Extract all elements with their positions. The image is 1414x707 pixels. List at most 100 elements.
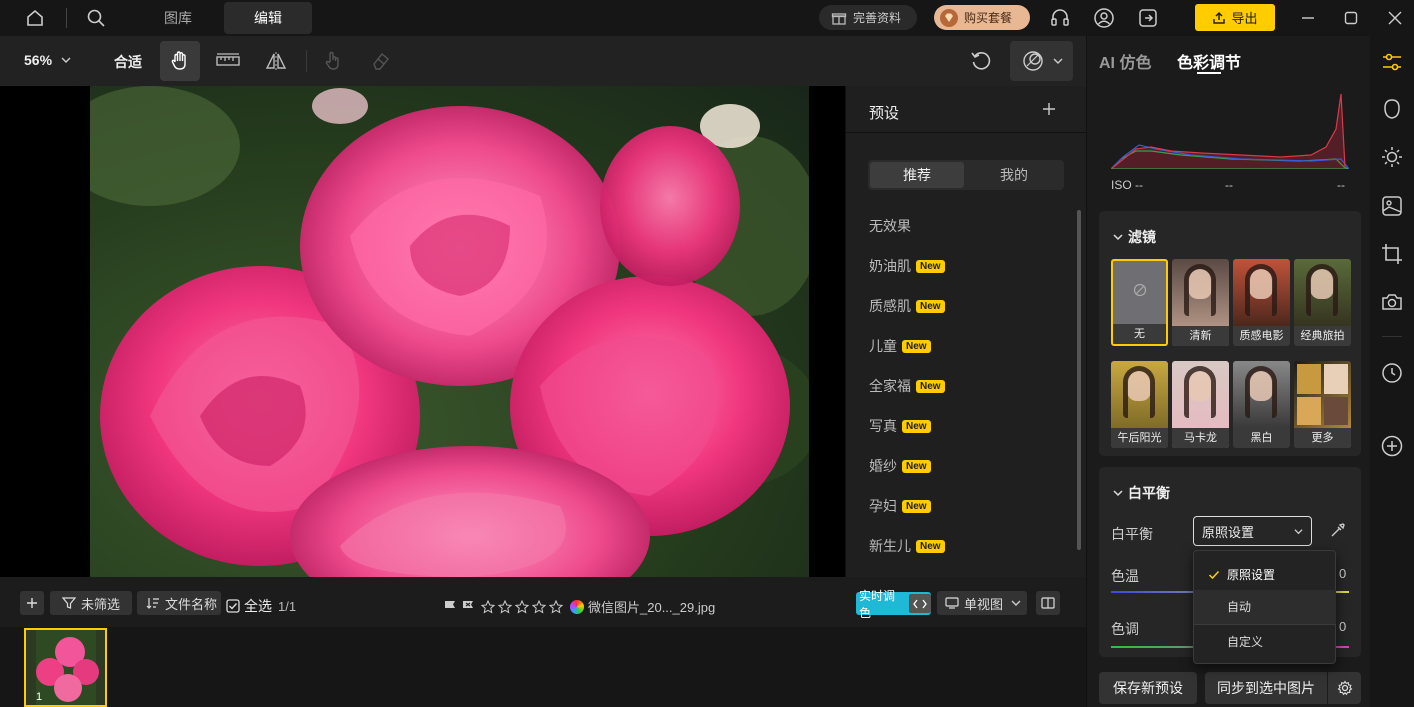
tab-ai-color[interactable]: AI 仿色 bbox=[1099, 49, 1151, 73]
filter-tile[interactable]: 经典旅拍 bbox=[1294, 259, 1351, 346]
camera-icon[interactable] bbox=[1380, 290, 1404, 314]
tab-mine[interactable]: 我的 bbox=[966, 162, 1062, 188]
preset-item[interactable]: 质感肌 New bbox=[869, 296, 945, 316]
zoom-select[interactable]: 56% bbox=[24, 52, 71, 68]
wb-option-custom[interactable]: 自定义 bbox=[1194, 625, 1336, 659]
view-mode-select[interactable]: 单视图 bbox=[937, 591, 1027, 615]
fit-button[interactable]: 合适 bbox=[114, 52, 142, 72]
filter-tile[interactable]: 无 bbox=[1111, 259, 1168, 346]
filter-tile[interactable]: 马卡龙 bbox=[1172, 361, 1229, 448]
plus-icon bbox=[26, 597, 38, 609]
sync-button[interactable]: 同步到选中图片 bbox=[1205, 672, 1327, 704]
filter-tile[interactable]: 黑白 bbox=[1233, 361, 1290, 448]
image-adjust-icon[interactable] bbox=[1380, 194, 1404, 218]
buy-package-button[interactable]: 购买套餐 bbox=[934, 5, 1030, 30]
gear-icon bbox=[1337, 680, 1353, 696]
preset-item[interactable]: 奶油肌 New bbox=[869, 256, 945, 276]
flip-icon bbox=[265, 50, 287, 72]
flip-tool-button[interactable] bbox=[256, 41, 296, 81]
photo-rose bbox=[90, 86, 809, 577]
headset-icon[interactable] bbox=[1048, 6, 1072, 30]
touch-tool-button[interactable] bbox=[313, 41, 353, 81]
add-photo-button[interactable] bbox=[20, 591, 44, 615]
filter-tile[interactable]: 更多 bbox=[1294, 361, 1351, 448]
funnel-icon bbox=[62, 596, 76, 610]
eyedropper-icon[interactable] bbox=[1329, 521, 1347, 539]
minimize-icon[interactable] bbox=[1296, 6, 1320, 30]
color-label-icon[interactable] bbox=[570, 599, 584, 614]
edit-toolbar: 56% 合适 bbox=[0, 36, 1086, 86]
crop-icon[interactable] bbox=[1380, 242, 1404, 266]
filter-label: 经典旅拍 bbox=[1294, 326, 1351, 346]
star-icon[interactable] bbox=[498, 599, 512, 614]
add-panel-icon[interactable] bbox=[1380, 434, 1404, 458]
chevron-down-icon bbox=[61, 55, 71, 65]
realtime-toggle[interactable]: 实时调色 bbox=[856, 589, 931, 620]
tab-recommended[interactable]: 推荐 bbox=[870, 162, 964, 188]
preset-item[interactable]: 儿童 New bbox=[869, 336, 931, 356]
flag-icon[interactable] bbox=[443, 600, 457, 614]
select-all-checkbox[interactable]: 全选 1/1 bbox=[226, 596, 296, 616]
wb-option-auto[interactable]: 自动 bbox=[1194, 590, 1336, 624]
thumbnail-index: 1 bbox=[36, 691, 43, 703]
tab-library[interactable]: 图库 bbox=[148, 2, 208, 34]
tab-color-adjust[interactable]: 色彩调节 bbox=[1177, 49, 1241, 73]
user-icon[interactable] bbox=[1092, 6, 1116, 30]
filter-tile[interactable]: 质感电影 bbox=[1233, 259, 1290, 346]
logout-icon[interactable] bbox=[1136, 6, 1160, 30]
reject-flag-icon[interactable] bbox=[461, 600, 475, 614]
maximize-icon[interactable] bbox=[1339, 6, 1363, 30]
filter-header[interactable]: 滤镜 bbox=[1113, 227, 1156, 247]
split-view-button[interactable] bbox=[1036, 591, 1060, 615]
filter-button[interactable]: 未筛选 bbox=[50, 591, 132, 615]
preset-item[interactable]: 新生儿 New bbox=[869, 536, 945, 556]
preset-item[interactable]: 无效果 bbox=[869, 216, 911, 236]
filter-label: 质感电影 bbox=[1233, 326, 1290, 346]
reset-button[interactable] bbox=[961, 41, 1001, 81]
sort-icon bbox=[146, 596, 160, 610]
wb-header[interactable]: 白平衡 bbox=[1113, 483, 1170, 503]
star-icon[interactable] bbox=[481, 599, 495, 614]
right-icon-bar bbox=[1370, 36, 1414, 707]
scrollbar[interactable] bbox=[1077, 210, 1081, 550]
sun-icon[interactable] bbox=[1380, 145, 1404, 169]
filter-tile[interactable]: 清新 bbox=[1172, 259, 1229, 346]
sort-button[interactable]: 文件名称 bbox=[137, 591, 221, 615]
star-rating[interactable] bbox=[481, 599, 566, 614]
hair-shape bbox=[1184, 366, 1216, 418]
wb-option-original[interactable]: 原照设置 bbox=[1194, 558, 1336, 592]
preset-item[interactable]: 写真 New bbox=[869, 416, 931, 436]
collage-thumbnail bbox=[1324, 364, 1348, 394]
image-canvas[interactable] bbox=[0, 86, 845, 577]
sync-settings-button[interactable] bbox=[1328, 672, 1361, 704]
preset-item[interactable]: 婚纱 New bbox=[869, 456, 931, 476]
hand-tool-button[interactable] bbox=[160, 41, 200, 81]
compare-mode-select[interactable] bbox=[1010, 41, 1073, 81]
sliders-icon[interactable] bbox=[1380, 50, 1404, 74]
export-button[interactable]: 导出 bbox=[1195, 4, 1275, 31]
star-icon[interactable] bbox=[532, 599, 546, 614]
star-icon[interactable] bbox=[515, 599, 529, 614]
code-icon bbox=[909, 594, 931, 613]
preset-item[interactable]: 全家福 New bbox=[869, 376, 945, 396]
tab-edit[interactable]: 编辑 bbox=[224, 2, 312, 34]
close-icon[interactable] bbox=[1383, 6, 1407, 30]
face-icon[interactable] bbox=[1380, 97, 1404, 121]
search-icon[interactable] bbox=[84, 6, 108, 30]
complete-info-button[interactable]: 完善资料 bbox=[819, 5, 917, 30]
eraser-tool-button[interactable] bbox=[361, 41, 401, 81]
thumbnail[interactable]: 1 bbox=[24, 628, 107, 707]
new-badge: New bbox=[916, 259, 945, 273]
wb-select[interactable]: 原照设置 bbox=[1193, 516, 1312, 546]
filter-tile[interactable]: 午后阳光 bbox=[1111, 361, 1168, 448]
add-preset-button[interactable] bbox=[1042, 102, 1056, 116]
star-icon[interactable] bbox=[549, 599, 563, 614]
home-icon[interactable] bbox=[23, 6, 47, 30]
ruler-tool-button[interactable] bbox=[208, 41, 248, 81]
history-icon[interactable] bbox=[1380, 361, 1404, 385]
tint-value: 0 bbox=[1339, 619, 1347, 634]
save-preset-button[interactable]: 保存新预设 bbox=[1099, 672, 1197, 704]
divider bbox=[1382, 336, 1402, 337]
hair-shape bbox=[1306, 264, 1338, 316]
preset-item[interactable]: 孕妇 New bbox=[869, 496, 931, 516]
